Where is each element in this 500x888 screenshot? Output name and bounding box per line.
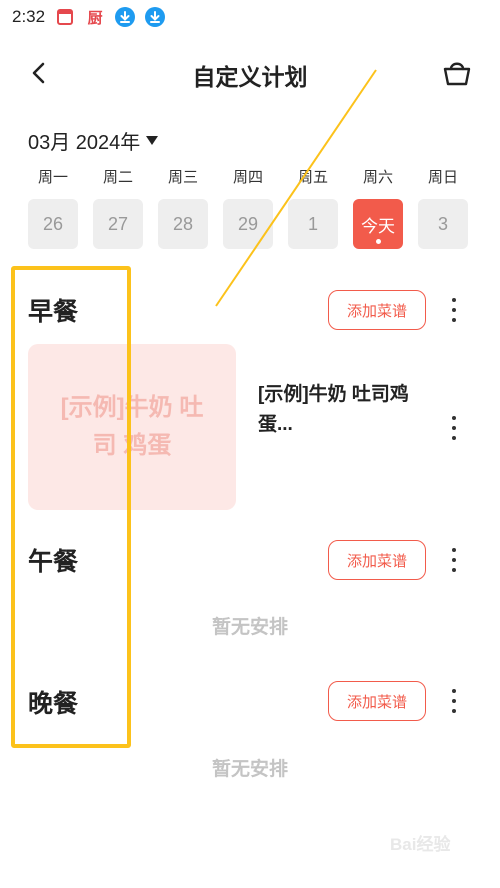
watermark: Bai经验 — [390, 835, 451, 854]
annotation-pointer-line — [215, 69, 377, 307]
